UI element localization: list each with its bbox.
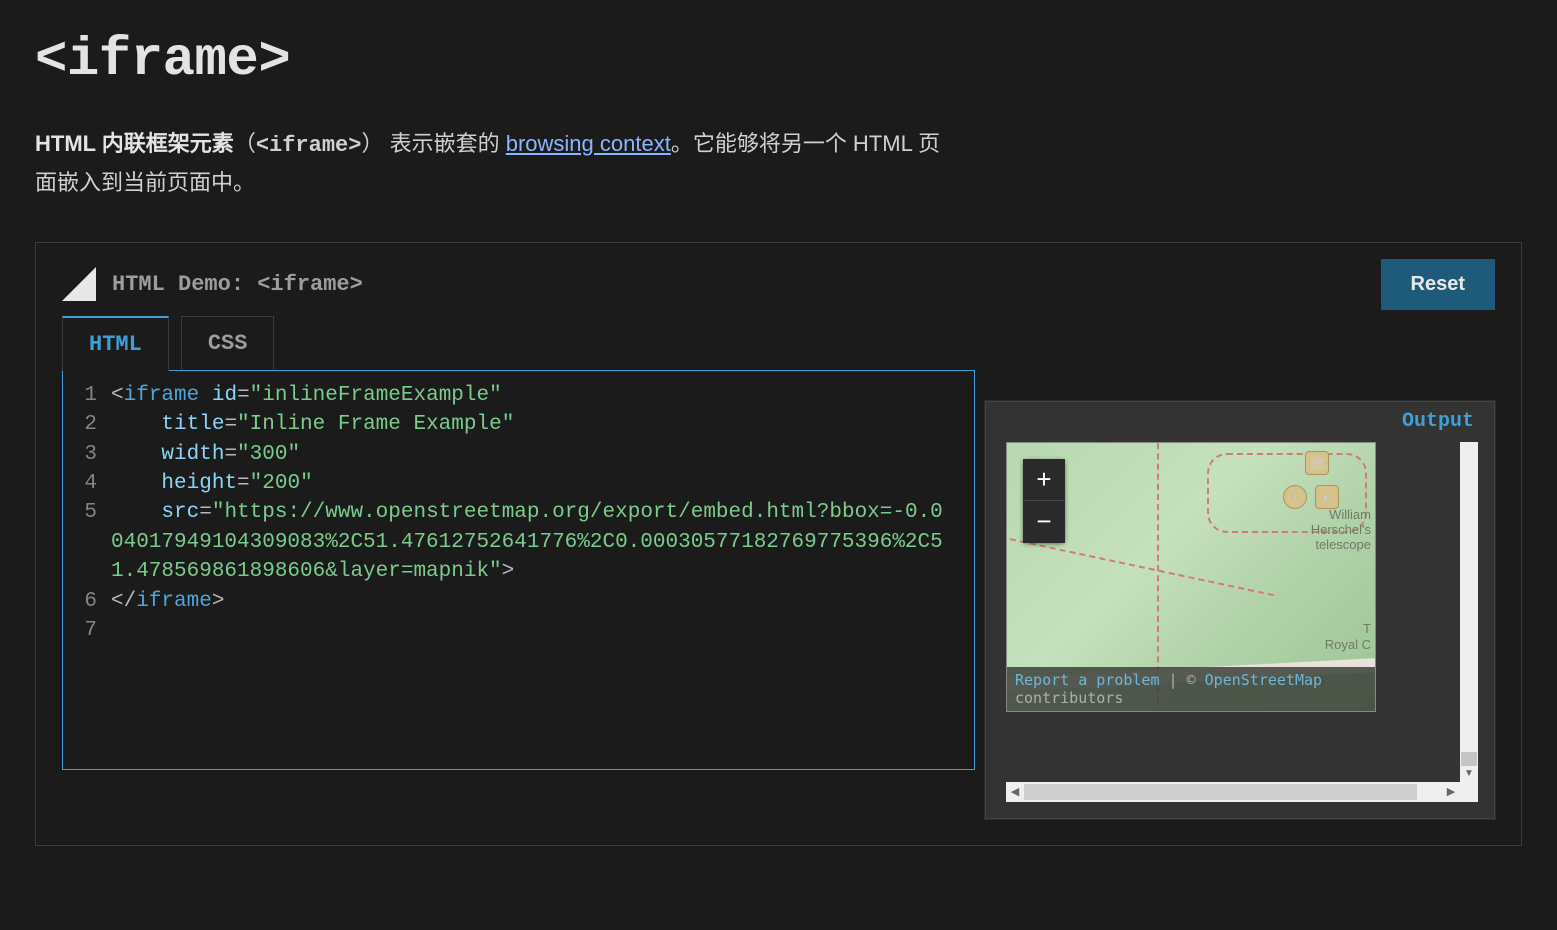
- demo-title: HTML Demo: <iframe>: [112, 272, 363, 297]
- intro-part1: 表示嵌套的: [390, 131, 506, 156]
- vertical-scrollbar[interactable]: ▼: [1460, 442, 1478, 782]
- line-number: 7: [63, 616, 111, 645]
- code-editor[interactable]: 1 <iframe id="inlineFrameExample" 2 titl…: [62, 370, 975, 770]
- line-number: 1: [63, 381, 111, 410]
- line-number: 3: [63, 440, 111, 469]
- code-line: </iframe>: [111, 587, 244, 616]
- tab-html[interactable]: HTML: [62, 316, 169, 371]
- contributors-text: contributors: [1015, 689, 1123, 707]
- intro-bold: HTML 内联框架元素: [35, 131, 234, 156]
- scroll-down-icon[interactable]: ▼: [1460, 766, 1478, 782]
- map-poi-label: William Herschel's telescope: [1291, 507, 1371, 552]
- scroll-left-icon[interactable]: ◀: [1006, 785, 1024, 798]
- map-poi-label: Royal C: [1325, 637, 1371, 652]
- output-panel: Output + − 🏛 ⓘ ◐ William Herschel's tele…: [985, 401, 1495, 819]
- intro-code: <iframe>: [256, 133, 362, 158]
- demo-header: HTML Demo: <iframe> Reset: [62, 259, 1495, 310]
- map-poi-label: T: [1363, 621, 1371, 636]
- report-problem-link[interactable]: Report a problem: [1015, 671, 1160, 689]
- code-line: title="Inline Frame Example": [111, 410, 534, 439]
- zoom-in-button[interactable]: +: [1023, 459, 1065, 501]
- scrollbar-corner: [1460, 782, 1478, 802]
- scrollbar-thumb[interactable]: [1024, 784, 1417, 800]
- horizontal-scrollbar[interactable]: ◀ ▶: [1006, 782, 1460, 802]
- map-attribution: Report a problem | © OpenStreetMap contri…: [1007, 667, 1375, 711]
- browsing-context-link[interactable]: browsing context: [506, 131, 671, 156]
- code-line: src="https://www.openstreetmap.org/expor…: [111, 498, 974, 586]
- page-title: <iframe>: [35, 30, 1522, 91]
- intro-paragraph: HTML 内联框架元素（<iframe>） 表示嵌套的 browsing con…: [35, 125, 955, 202]
- line-number: 5: [63, 498, 111, 586]
- code-line: [111, 616, 131, 645]
- attribution-separator: | ©: [1160, 671, 1205, 689]
- dome-icon: ◐: [1315, 485, 1339, 509]
- line-number: 6: [63, 587, 111, 616]
- intro-paren-open: （: [234, 131, 256, 156]
- output-viewport[interactable]: + − 🏛 ⓘ ◐ William Herschel's telescope T…: [1006, 442, 1478, 802]
- code-line: <iframe id="inlineFrameExample": [111, 381, 522, 410]
- reset-button[interactable]: Reset: [1381, 259, 1495, 310]
- editor-tabs: HTML CSS: [62, 316, 1495, 371]
- map-iframe[interactable]: + − 🏛 ⓘ ◐ William Herschel's telescope T…: [1006, 442, 1376, 712]
- line-number: 2: [63, 410, 111, 439]
- tab-css[interactable]: CSS: [181, 316, 275, 371]
- output-label: Output: [1402, 410, 1474, 433]
- line-number: 4: [63, 469, 111, 498]
- code-line: width="300": [111, 440, 320, 469]
- info-icon: ⓘ: [1283, 485, 1307, 509]
- osm-link[interactable]: OpenStreetMap: [1205, 671, 1322, 689]
- zoom-out-button[interactable]: −: [1023, 501, 1065, 543]
- intro-paren-close: ）: [361, 131, 383, 156]
- scroll-right-icon[interactable]: ▶: [1442, 785, 1460, 798]
- demo-container: HTML Demo: <iframe> Reset HTML CSS 1 <if…: [35, 242, 1522, 846]
- demo-logo-icon: [62, 267, 96, 301]
- museum-icon: 🏛: [1305, 451, 1329, 475]
- zoom-controls: + −: [1023, 459, 1065, 543]
- scrollbar-thumb[interactable]: [1461, 752, 1477, 766]
- code-line: height="200": [111, 469, 333, 498]
